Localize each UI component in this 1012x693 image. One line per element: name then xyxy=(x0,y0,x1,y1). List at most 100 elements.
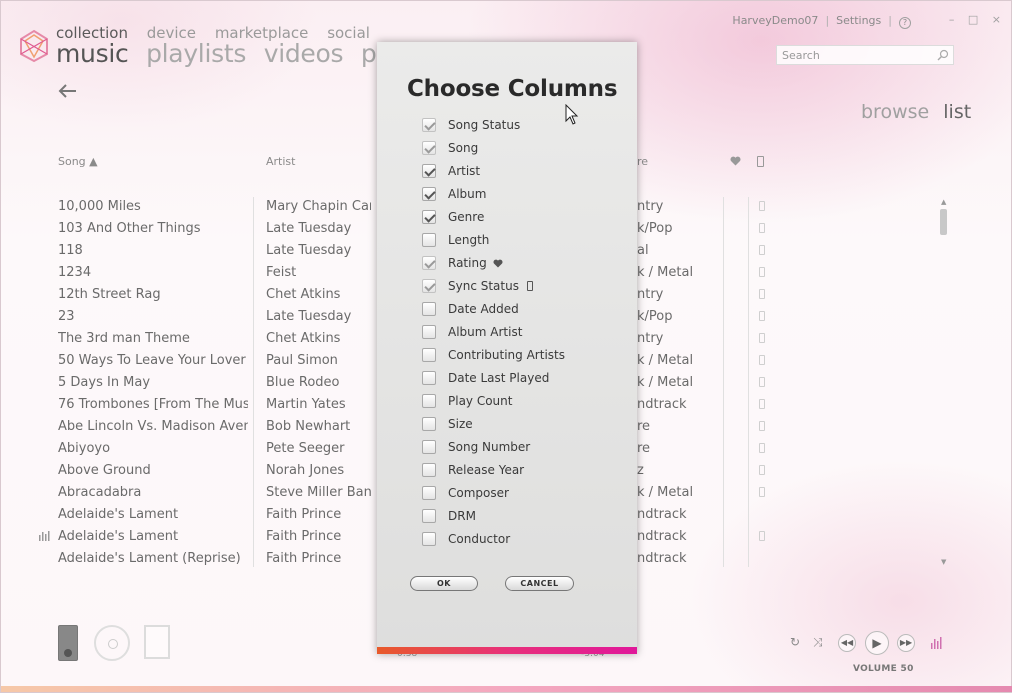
checkbox[interactable] xyxy=(422,164,436,178)
artist-cell: Paul Simon xyxy=(266,353,338,368)
checkbox[interactable] xyxy=(422,463,436,477)
checkbox[interactable] xyxy=(422,371,436,385)
song-cell: Adelaide's Lament (Reprise) xyxy=(58,551,241,566)
close-button[interactable]: × xyxy=(992,13,1001,26)
nav-playlists[interactable]: playlists xyxy=(146,39,246,68)
artist-cell: Faith Prince xyxy=(266,551,342,566)
sync-status-icon xyxy=(759,531,765,541)
checkbox[interactable] xyxy=(422,302,436,316)
checkbox[interactable] xyxy=(422,233,436,247)
checkbox[interactable] xyxy=(422,394,436,408)
artist-cell: Steve Miller Band xyxy=(266,485,371,500)
sync-status-icon xyxy=(759,377,765,387)
option-label: Composer xyxy=(448,486,509,500)
option-label: DRM xyxy=(448,509,476,523)
option-label: Date Last Played xyxy=(448,371,550,385)
now-playing-doc-icon[interactable] xyxy=(144,625,170,659)
song-cell: 76 Trombones [From The Musi xyxy=(58,397,248,412)
option-label: Album Artist xyxy=(448,325,523,339)
scroll-up-icon[interactable]: ▲ xyxy=(941,198,946,206)
nav-videos[interactable]: videos xyxy=(264,39,344,68)
username-link[interactable]: HarveyDemo07 xyxy=(732,14,818,27)
equalizer-icon[interactable] xyxy=(931,637,943,649)
column-header-genre[interactable]: re xyxy=(637,155,648,168)
disc-icon[interactable] xyxy=(94,625,130,661)
genre-cell: k / Metal xyxy=(637,265,694,280)
checkbox[interactable] xyxy=(422,210,436,224)
search-input[interactable]: Search xyxy=(776,45,954,65)
search-placeholder: Search xyxy=(782,49,820,62)
device-icon[interactable] xyxy=(58,625,78,661)
search-icon[interactable] xyxy=(937,49,949,61)
dialog-accent-bar xyxy=(377,647,637,654)
genre-cell: ndtrack xyxy=(637,507,687,522)
checkbox[interactable] xyxy=(422,486,436,500)
sync-status-icon xyxy=(759,201,765,211)
artist-cell: Faith Prince xyxy=(266,507,342,522)
checkbox[interactable] xyxy=(422,440,436,454)
mouse-cursor-icon xyxy=(565,104,579,125)
cancel-button[interactable]: CANCEL xyxy=(505,576,574,591)
heart-icon xyxy=(493,259,503,268)
browse-view-link[interactable]: browse xyxy=(861,101,929,123)
volume-label[interactable]: VOLUME 50 xyxy=(853,664,914,674)
artist-cell: Norah Jones xyxy=(266,463,345,478)
minimize-button[interactable]: – xyxy=(949,13,955,26)
song-cell: 50 Ways To Leave Your Lover xyxy=(58,353,246,368)
checkbox xyxy=(422,279,436,293)
shuffle-icon[interactable]: ⤨ xyxy=(813,635,823,650)
checkbox[interactable] xyxy=(422,348,436,362)
sync-column-device-icon[interactable] xyxy=(757,156,764,167)
artist-cell: Chet Atkins xyxy=(266,331,341,346)
settings-link[interactable]: Settings xyxy=(836,14,881,27)
option-label: Size xyxy=(448,417,473,431)
genre-cell: k / Metal xyxy=(637,353,694,368)
column-header-song[interactable]: Song ▲ xyxy=(58,155,98,168)
artist-cell: Late Tuesday xyxy=(266,309,352,324)
back-arrow-icon[interactable] xyxy=(57,81,79,101)
column-header-artist[interactable]: Artist xyxy=(266,155,295,168)
checkbox[interactable] xyxy=(422,325,436,339)
sync-status-icon xyxy=(759,421,765,431)
checkbox[interactable] xyxy=(422,187,436,201)
scrollbar-thumb[interactable] xyxy=(940,209,947,235)
scroll-down-icon[interactable]: ▼ xyxy=(941,558,946,566)
scrollbar[interactable] xyxy=(939,199,948,565)
artist-cell: Blue Rodeo xyxy=(266,375,340,390)
genre-cell: re xyxy=(637,441,651,456)
artist-cell: Martin Yates xyxy=(266,397,346,412)
song-cell: 23 xyxy=(58,309,75,324)
sync-status-icon xyxy=(759,355,765,365)
genre-cell: ntry xyxy=(637,331,664,346)
nav-music[interactable]: music xyxy=(56,39,129,68)
dialog-title: Choose Columns xyxy=(407,76,618,102)
genre-cell: ndtrack xyxy=(637,397,687,412)
play-button[interactable]: ▶ xyxy=(865,631,889,655)
sync-status-icon xyxy=(759,399,765,409)
song-cell: Abracadabra xyxy=(58,485,142,500)
sync-status-icon xyxy=(759,223,765,233)
artist-cell: Bob Newhart xyxy=(266,419,351,434)
help-icon[interactable]: ? xyxy=(899,17,911,29)
repeat-icon[interactable]: ↻ xyxy=(790,635,800,649)
artist-cell: Pete Seeger xyxy=(266,441,345,456)
checkbox[interactable] xyxy=(422,509,436,523)
option-label: Song Number xyxy=(448,440,531,454)
sync-status-icon xyxy=(759,245,765,255)
maximize-button[interactable]: □ xyxy=(968,13,978,26)
next-button[interactable]: ▶▶ xyxy=(897,634,915,652)
rating-column-heart-icon[interactable] xyxy=(730,156,741,166)
song-cell: Above Ground xyxy=(58,463,151,478)
song-cell: 5 Days In May xyxy=(58,375,151,390)
checkbox[interactable] xyxy=(422,532,436,546)
list-view-link[interactable]: list xyxy=(943,101,971,123)
song-cell: The 3rd man Theme xyxy=(58,331,190,346)
artist-cell: Late Tuesday xyxy=(266,221,352,236)
previous-button[interactable]: ◀◀ xyxy=(838,634,856,652)
artist-cell: Faith Prince xyxy=(266,529,342,544)
artist-cell: Feist xyxy=(266,265,297,280)
choose-columns-dialog: Choose Columns Song Status Song Artist Albu… xyxy=(377,42,637,654)
ok-button[interactable]: OK xyxy=(410,576,478,591)
window-controls: – □ × xyxy=(939,13,1001,26)
checkbox[interactable] xyxy=(422,417,436,431)
